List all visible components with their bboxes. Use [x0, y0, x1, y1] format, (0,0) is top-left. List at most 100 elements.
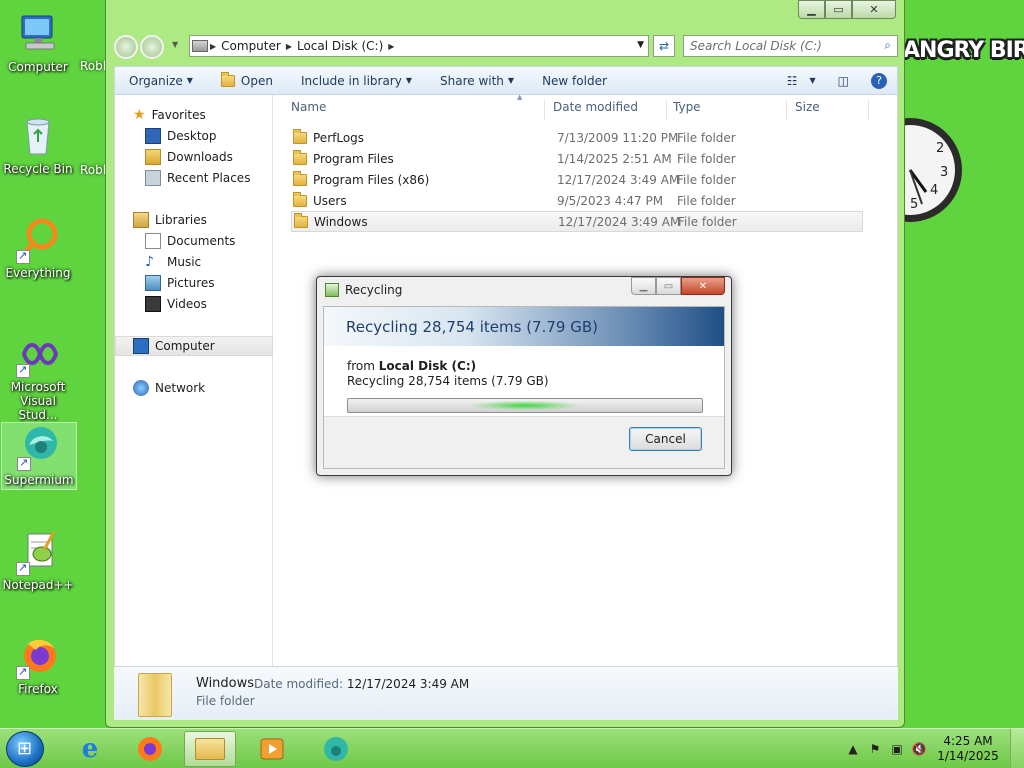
column-header-name[interactable]: Name — [285, 100, 545, 120]
nav-documents[interactable]: Documents — [145, 231, 235, 251]
nav-label: Pictures — [167, 276, 215, 290]
action-center-icon[interactable]: ⚑ — [867, 742, 883, 756]
file-row[interactable]: Program Files (x86) 12/17/2024 3:49 AM F… — [291, 169, 863, 190]
desktop-icon-computer[interactable]: Computer — [0, 10, 76, 74]
include-in-library-menu[interactable]: Include in library ▼ — [287, 74, 426, 88]
recycling-dialog[interactable]: Recycling ▁ ▭ ✕ Recycling 28,754 items (… — [316, 276, 732, 476]
music-icon: ♪ — [145, 254, 154, 270]
nav-libraries[interactable]: Libraries — [133, 210, 207, 230]
dialog-title-bar: Recycling — [325, 283, 402, 297]
nav-label: Downloads — [167, 150, 233, 164]
nav-computer[interactable]: Computer — [115, 336, 273, 356]
refresh-icon: ⇄ — [658, 39, 670, 53]
organize-menu[interactable]: Organize ▼ — [115, 74, 207, 88]
refresh-button[interactable]: ⇄ — [653, 35, 675, 57]
chevron-down-icon[interactable]: ▼ — [810, 76, 816, 85]
help-icon[interactable]: ? — [871, 72, 887, 89]
column-header-size[interactable]: Size — [789, 100, 869, 120]
taskbar-media-player[interactable] — [246, 731, 298, 767]
visual-studio-icon — [14, 330, 62, 378]
drive-icon — [192, 40, 208, 52]
preview-pane-icon[interactable]: ◫ — [838, 74, 849, 88]
minimize-button[interactable]: ▁ — [798, 0, 825, 19]
desktop-icon-firefox[interactable]: Firefox — [0, 632, 76, 696]
nav-videos[interactable]: Videos — [145, 294, 207, 314]
column-label: Name — [291, 100, 327, 114]
cancel-button[interactable]: Cancel — [629, 427, 702, 451]
close-button[interactable]: ✕ — [852, 0, 896, 19]
dialog-status: Recycling 28,754 items (7.79 GB) — [347, 374, 549, 388]
taskbar-file-explorer[interactable] — [184, 731, 236, 767]
firefox-icon — [14, 632, 62, 680]
file-name: Program Files (x86) — [313, 172, 430, 187]
taskbar-clock[interactable]: 4:25 AM 1/14/2025 — [930, 734, 1006, 764]
volume-muted-icon[interactable]: 🔇 — [911, 742, 927, 756]
maximize-button[interactable]: ▭ — [656, 277, 681, 295]
file-name: Users — [313, 193, 347, 208]
file-row[interactable]: PerfLogs 7/13/2009 11:20 PM File folder — [291, 127, 863, 148]
libraries-icon — [133, 212, 149, 228]
column-header-type[interactable]: Type — [667, 100, 787, 120]
change-view-icon[interactable]: ☷ — [787, 74, 798, 88]
minimize-button[interactable]: ▁ — [631, 277, 656, 295]
back-button[interactable] — [114, 35, 138, 59]
network-status-icon[interactable]: ▣ — [889, 742, 905, 756]
address-bar[interactable]: ▶ Computer ▶ Local Disk (C:) ▶ ▼ — [189, 35, 649, 57]
taskbar-supermium[interactable] — [310, 731, 362, 767]
from-location: Local Disk (C:) — [378, 359, 477, 373]
desktop-icon-recycle-bin[interactable]: Recycle Bin — [0, 112, 76, 176]
desktop-icon-notepadpp[interactable]: Notepad++ — [0, 528, 76, 592]
supermium-browser-icon — [15, 423, 63, 471]
search-icon: ⌕ — [884, 38, 891, 52]
breadcrumb-local-disk[interactable]: Local Disk (C:) — [292, 39, 388, 53]
file-row-selected[interactable]: Windows 12/17/2024 3:49 AM File folder — [291, 211, 863, 232]
internet-explorer-icon: e — [81, 734, 99, 764]
start-button[interactable] — [6, 731, 44, 767]
shortcut-arrow-icon — [17, 456, 31, 471]
file-date: 1/14/2025 2:51 AM — [557, 151, 672, 166]
desktop-icon-label: Supermium — [4, 473, 74, 487]
details-date-value: 12/17/2024 3:49 AM — [346, 677, 470, 691]
svg-text:4: 4 — [930, 183, 938, 198]
desktop-icon-label: Notepad++ — [2, 578, 74, 592]
firefox-icon — [138, 737, 162, 761]
show-desktop-button[interactable] — [1010, 729, 1024, 768]
file-row[interactable]: Program Files 1/14/2025 2:51 AM File fol… — [291, 148, 863, 169]
share-with-menu[interactable]: Share with ▼ — [426, 74, 528, 88]
nav-network[interactable]: Network — [133, 378, 205, 398]
share-with-label: Share with — [440, 73, 504, 88]
nav-label: Favorites — [151, 108, 206, 122]
show-hidden-icons-icon[interactable]: ▲ — [845, 742, 861, 756]
recent-pages-dropdown-icon[interactable]: ▼ — [172, 40, 178, 49]
nav-music[interactable]: ♪ Music — [145, 252, 201, 272]
chevron-down-icon: ▼ — [507, 76, 515, 85]
desktop-icon-label: Computer — [8, 60, 68, 74]
nav-pictures[interactable]: Pictures — [145, 273, 215, 293]
search-placeholder: Search Local Disk (C:) — [690, 39, 822, 53]
column-header-date-modified[interactable]: Date modified — [547, 100, 667, 120]
taskbar-internet-explorer[interactable]: e — [64, 731, 116, 767]
dialog-header-text: Recycling 28,754 items (7.79 GB) — [346, 318, 598, 336]
nav-recent-places[interactable]: Recent Places — [145, 168, 250, 188]
close-icon: ✕ — [698, 280, 708, 292]
maximize-button[interactable]: ▭ — [825, 0, 852, 19]
details-pane: Windows Date modified: 12/17/2024 3:49 A… — [114, 666, 898, 720]
close-button[interactable]: ✕ — [681, 277, 725, 295]
forward-button[interactable] — [140, 35, 164, 59]
desktop-icon-everything[interactable]: Everything — [0, 216, 76, 280]
desktop-icon-supermium[interactable]: Supermium — [1, 422, 77, 490]
breadcrumb-separator-icon: ▶ — [388, 41, 395, 51]
taskbar-firefox[interactable] — [124, 731, 176, 767]
new-folder-button[interactable]: New folder — [528, 74, 621, 88]
search-input[interactable]: Search Local Disk (C:) ⌕ — [683, 35, 898, 57]
open-button[interactable]: Open — [207, 71, 287, 88]
nav-favorites[interactable]: ★ Favorites — [133, 105, 206, 125]
media-player-icon — [260, 738, 284, 760]
breadcrumb-computer[interactable]: Computer — [216, 39, 286, 53]
address-dropdown-icon[interactable]: ▼ — [637, 40, 644, 50]
nav-desktop[interactable]: Desktop — [145, 126, 217, 146]
desktop-icon-visual-studio[interactable]: Microsoft Visual Stud... — [0, 330, 76, 422]
file-row[interactable]: Users 9/5/2023 4:47 PM File folder — [291, 190, 863, 211]
nav-downloads[interactable]: Downloads — [145, 147, 233, 167]
details-type: File folder — [196, 694, 255, 708]
